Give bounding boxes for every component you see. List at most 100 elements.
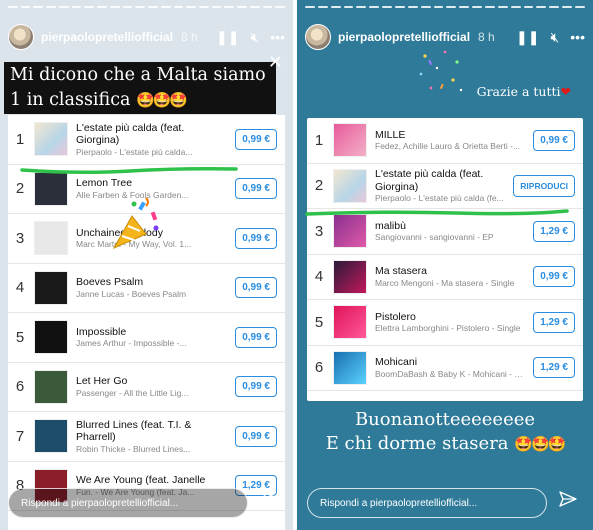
track-title[interactable]: L'estate più calda (feat. Giorgina) — [76, 122, 229, 147]
album-art[interactable] — [34, 122, 68, 157]
album-art[interactable] — [333, 259, 367, 294]
album-art[interactable] — [333, 168, 367, 203]
reply-placeholder: Rispondi a pierpaolopretelliofficial... — [21, 497, 179, 509]
story-left: pierpaolopretelliofficial 8 h ❚❚ 🔇︎ ••• … — [0, 0, 293, 530]
chart-row[interactable]: 6 Let Her Go Passenger - All the Little Li… — [8, 363, 285, 412]
goodnight-line2: E chi dorme stasera — [325, 433, 509, 454]
rank-number: 4 — [15, 279, 25, 297]
post-time: 8 h — [478, 30, 495, 44]
album-art[interactable] — [333, 350, 367, 385]
highlight-underline — [305, 209, 569, 216]
track-info: MILLE Fedez, Achille Lauro & Orietta Bert… — [375, 129, 527, 152]
chart-row[interactable]: 4 Ma stasera Marco Mengoni - Ma stasera - … — [307, 255, 583, 300]
album-art[interactable] — [333, 123, 367, 158]
track-subtitle: Marco Mengoni - Ma stasera - Single — [375, 277, 515, 288]
album-art[interactable] — [333, 214, 367, 249]
track-title[interactable]: L'estate più calda (feat. Giorgina) — [375, 168, 507, 193]
price-button[interactable]: 0,99 € — [235, 326, 277, 348]
price-button[interactable]: 0,99 € — [235, 277, 277, 299]
track-subtitle: Elettra Lamborghini - Pistolero - Single — [375, 323, 521, 334]
chart-row[interactable]: 1 L'estate più calda (feat. Giorgina) Pier… — [8, 115, 285, 165]
album-art[interactable] — [333, 305, 367, 340]
price-button[interactable]: 0,99 € — [235, 178, 277, 200]
album-art[interactable] — [34, 369, 68, 404]
reply-input[interactable]: Rispondi a pierpaolopretelliofficial... — [8, 488, 248, 518]
goodnight-line1: Buonanotteeeeeeee — [354, 409, 536, 430]
rank-number: 3 — [314, 222, 324, 240]
track-info: Blurred Lines (feat. T.I. & Pharrell) Rob… — [76, 419, 229, 454]
chart-row[interactable]: 1 MILLE Fedez, Achille Lauro & Orietta Ber… — [307, 118, 583, 164]
heart-icon: ❤ — [560, 84, 571, 99]
reply-input[interactable]: Rispondi a pierpaolopretelliofficial... — [307, 488, 547, 518]
price-button[interactable]: 0,99 € — [533, 266, 575, 288]
mute-icon[interactable]: 🔇︎ — [550, 29, 559, 46]
story-header: pierpaolopretelliofficial 8 h ❚❚ 🔇︎ ••• — [8, 24, 285, 50]
track-subtitle: BoomDaBash & Baby K - Mohicani - Si... — [375, 368, 528, 379]
pause-icon[interactable]: ❚❚ — [516, 29, 539, 46]
track-subtitle: Janne Lucas - Boeves Psalm — [76, 288, 187, 299]
username[interactable]: pierpaolopretelliofficial — [41, 30, 173, 44]
chart-list-malta: 1 L'estate più calda (feat. Giorgina) Pier… — [8, 115, 285, 530]
track-info: Impossible James Arthur - Impossible -... — [76, 326, 229, 349]
post-time: 8 h — [181, 30, 198, 44]
story-header: pierpaolopretelliofficial 8 h ❚❚ 🔇︎ ••• — [305, 24, 585, 50]
track-title[interactable]: Ma stasera — [375, 265, 527, 278]
track-subtitle: Sangiovanni - sangiovanni - EP — [375, 232, 494, 243]
price-button[interactable]: 0,99 € — [235, 227, 277, 249]
track-title[interactable]: Lemon Tree — [76, 177, 229, 190]
more-icon[interactable]: ••• — [570, 29, 585, 45]
track-subtitle: Fedez, Achille Lauro & Orietta Berti -..… — [375, 141, 521, 152]
track-title[interactable]: We Are Young (feat. Janelle — [76, 474, 229, 487]
rank-number: 1 — [314, 131, 324, 149]
send-icon[interactable] — [262, 491, 280, 512]
rank-number: 2 — [15, 180, 25, 198]
price-button[interactable]: 1,29 € — [533, 311, 575, 333]
price-button[interactable]: 0,99 € — [235, 425, 277, 447]
album-art[interactable] — [34, 270, 68, 305]
rank-number: 3 — [15, 229, 25, 247]
pause-icon[interactable]: ❚❚ — [216, 29, 239, 46]
track-info: Let Her Go Passenger - All the Little Lig… — [76, 375, 229, 398]
story-right: pierpaolopretelliofficial 8 h ❚❚ 🔇︎ ••• … — [297, 0, 593, 530]
play-button[interactable]: RIPRODUCI — [513, 174, 575, 197]
rank-number: 4 — [314, 268, 324, 286]
track-title[interactable]: Mohicani — [375, 356, 527, 369]
price-button[interactable]: 0,99 € — [533, 129, 575, 151]
album-art[interactable] — [34, 221, 68, 256]
chart-row[interactable]: 6 Mohicani BoomDaBash & Baby K - Mohicani … — [307, 346, 583, 391]
avatar[interactable] — [305, 24, 331, 50]
track-title[interactable]: Let Her Go — [76, 375, 229, 388]
send-icon[interactable] — [559, 491, 577, 512]
track-title[interactable]: Boeves Psalm — [76, 276, 229, 289]
chart-row[interactable]: 7 Blurred Lines (feat. T.I. & Pharrell) Ro… — [8, 412, 285, 462]
chart-row[interactable]: 5 Pistolero Elettra Lamborghini - Pistoler… — [307, 300, 583, 346]
chart-row[interactable]: 4 Boeves Psalm Janne Lucas - Boeves Psalm 0… — [8, 264, 285, 313]
rank-number: 6 — [314, 359, 324, 377]
price-button[interactable]: 0,99 € — [235, 376, 277, 398]
close-icon[interactable]: ✕ — [268, 52, 283, 73]
album-art[interactable] — [34, 171, 68, 206]
track-title[interactable]: Pistolero — [375, 311, 527, 324]
chart-row[interactable]: 2 L'estate più calda (feat. Giorgina) Pier… — [307, 164, 583, 209]
track-subtitle: James Arthur - Impossible -... — [76, 338, 187, 349]
track-title[interactable]: Blurred Lines (feat. T.I. & Pharrell) — [76, 419, 229, 444]
price-button[interactable]: 1,29 € — [533, 220, 575, 242]
album-art[interactable] — [34, 419, 68, 454]
album-art[interactable] — [34, 320, 68, 355]
track-info: L'estate più calda (feat. Giorgina) Pierp… — [76, 122, 229, 157]
avatar[interactable] — [8, 24, 34, 50]
mute-icon[interactable]: 🔇︎ — [250, 29, 259, 46]
more-icon[interactable]: ••• — [270, 29, 285, 45]
username[interactable]: pierpaolopretelliofficial — [338, 30, 470, 44]
price-button[interactable]: 1,29 € — [533, 357, 575, 379]
caption-emojis: 🤩🤩🤩 — [136, 91, 188, 109]
track-title[interactable]: MILLE — [375, 129, 527, 142]
story-progress-bars — [8, 6, 286, 8]
price-button[interactable]: 0,99 € — [235, 128, 277, 150]
rank-number: 1 — [15, 130, 25, 148]
track-subtitle: Pierpaolo - L'estate più calda (fe... — [375, 193, 504, 204]
chart-row[interactable]: 5 Impossible James Arthur - Impossible -..… — [8, 313, 285, 363]
track-title[interactable]: Impossible — [76, 326, 229, 339]
track-title[interactable]: malibù — [375, 220, 527, 233]
rank-number: 2 — [314, 177, 324, 195]
